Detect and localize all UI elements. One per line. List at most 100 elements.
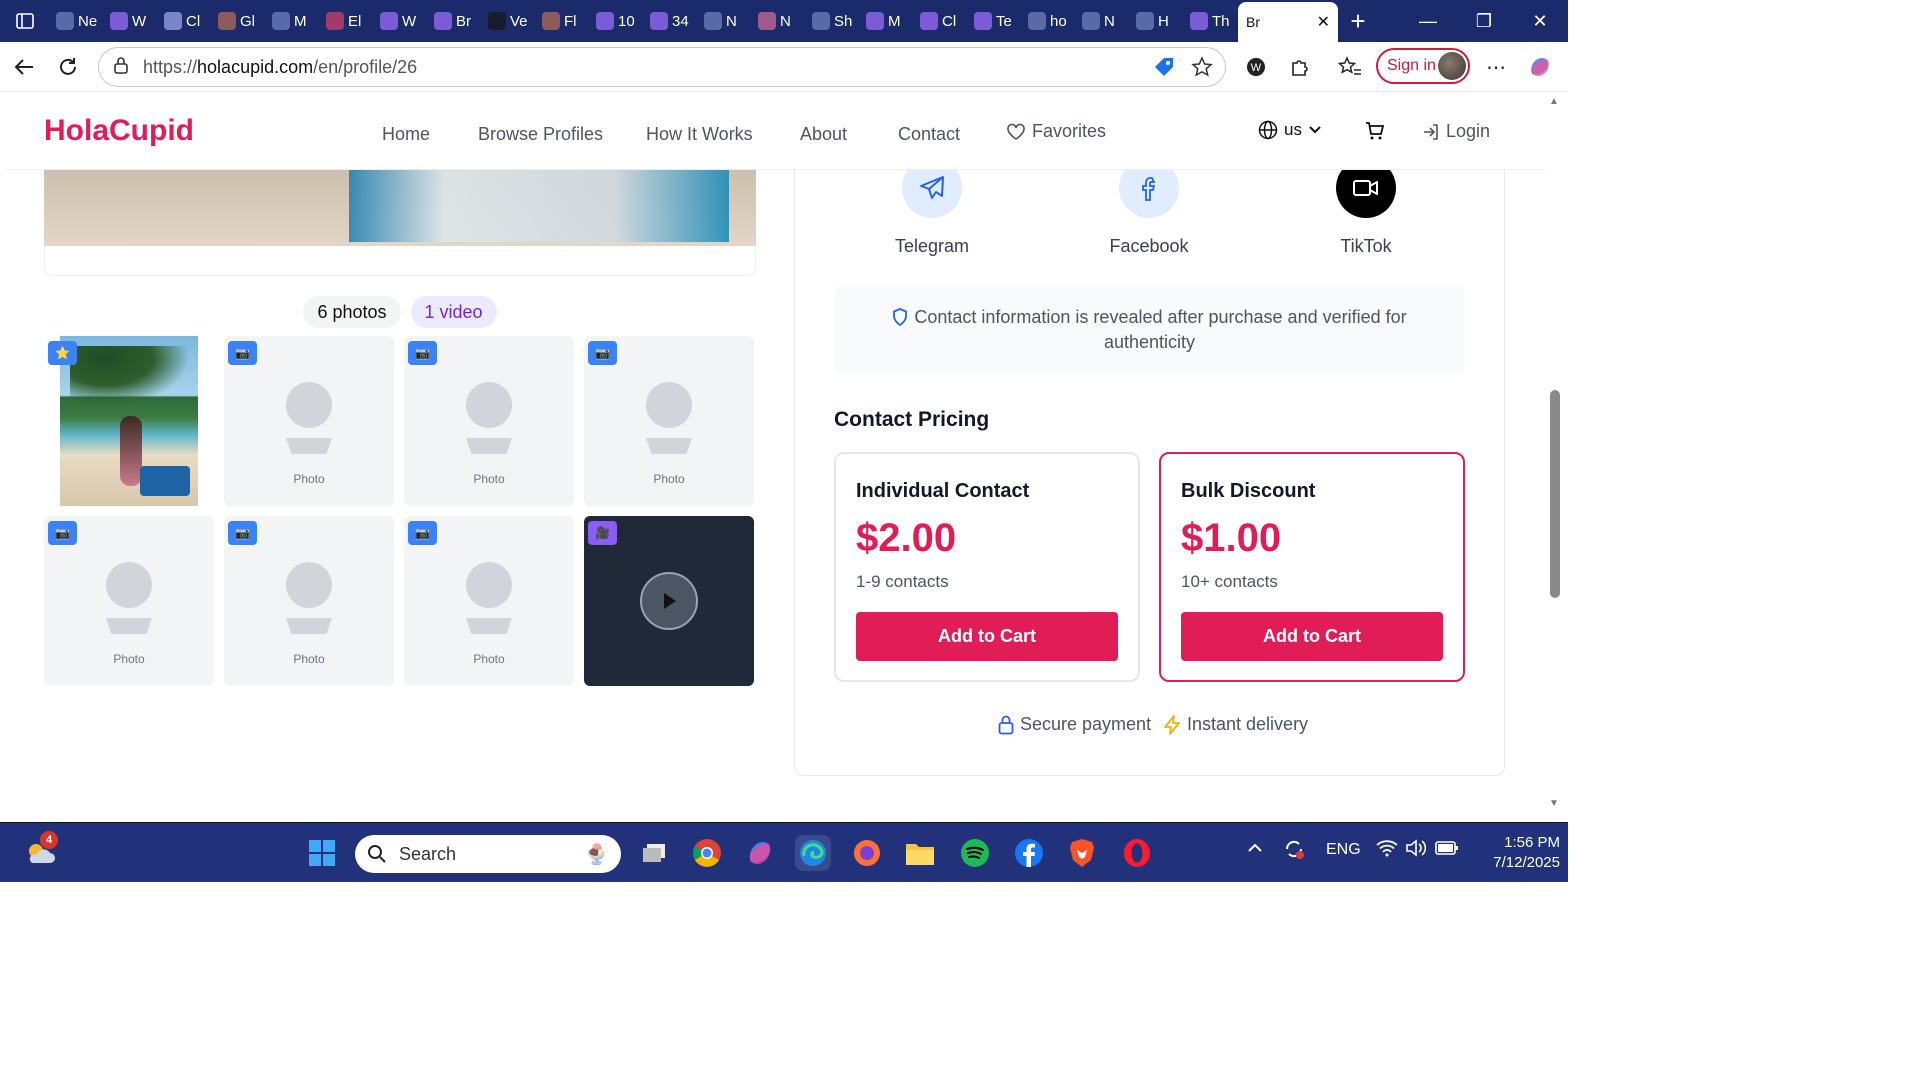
minimize-icon[interactable]: — xyxy=(1400,0,1456,42)
tab-favicon-icon xyxy=(488,12,506,30)
gallery-photo-4[interactable]: 📷 Photo xyxy=(584,336,754,506)
browser-tab[interactable]: ho xyxy=(1022,0,1076,42)
url-field[interactable]: https://holacupid.com/en/profile/26 xyxy=(98,47,1226,87)
profile-main-photo[interactable] xyxy=(44,170,756,246)
browser-tab[interactable]: W xyxy=(104,0,158,42)
browser-tab[interactable]: M xyxy=(266,0,320,42)
browser-tab[interactable]: Cl xyxy=(914,0,968,42)
gallery-photo-2[interactable]: 📷 Photo xyxy=(224,336,394,506)
browser-tab[interactable]: N xyxy=(698,0,752,42)
active-tab[interactable]: Br ✕ xyxy=(1238,2,1338,42)
pricing-title: Contact Pricing xyxy=(834,408,990,431)
gallery-photo-6[interactable]: 📷 Photo xyxy=(224,516,394,686)
browser-tab[interactable]: H xyxy=(1130,0,1184,42)
browser-tab[interactable]: Te xyxy=(968,0,1022,42)
tab-title: M xyxy=(888,12,901,30)
new-tab-button[interactable]: + xyxy=(1338,0,1378,42)
gallery-photo-5[interactable]: 📷 Photo xyxy=(44,516,214,686)
firefox-icon[interactable] xyxy=(849,835,885,871)
show-hidden-icons[interactable] xyxy=(1246,839,1264,862)
battery-icon[interactable] xyxy=(1435,840,1459,861)
extension-w-icon[interactable]: W xyxy=(1236,42,1276,92)
nav-favorites[interactable]: Favorites xyxy=(1006,121,1106,142)
gallery-photo-7[interactable]: 📷 Photo xyxy=(404,516,574,686)
language-selector[interactable]: us xyxy=(1258,120,1322,140)
tab-favicon-icon xyxy=(920,12,938,30)
nav-browse-profiles[interactable]: Browse Profiles xyxy=(478,124,603,145)
wifi-icon[interactable] xyxy=(1376,839,1398,862)
site-logo[interactable]: HolaCupid xyxy=(44,114,194,148)
sign-in-button[interactable]: Sign in xyxy=(1376,48,1470,84)
edge-icon[interactable] xyxy=(795,835,831,871)
spotify-icon[interactable] xyxy=(957,835,993,871)
browser-tab[interactable]: Ne xyxy=(50,0,104,42)
browser-tab[interactable]: M xyxy=(860,0,914,42)
telegram-option[interactable]: Telegram xyxy=(872,158,992,257)
restore-icon[interactable]: ❐ xyxy=(1456,0,1512,42)
favorites-bar-icon[interactable] xyxy=(1330,42,1370,92)
scroll-down-arrow[interactable]: ▼ xyxy=(1549,798,1559,809)
browser-tab[interactable]: Sh xyxy=(806,0,860,42)
volume-icon[interactable] xyxy=(1405,839,1427,862)
sync-icon[interactable] xyxy=(1282,837,1306,866)
browser-tab[interactable]: 34 xyxy=(644,0,698,42)
browser-tab[interactable]: Fl xyxy=(536,0,590,42)
page-scrollbar[interactable]: ▲ ▼ xyxy=(1546,92,1568,818)
tab-favicon-icon xyxy=(758,12,776,30)
system-clock[interactable]: 1:56 PM 7/12/2025 xyxy=(1470,833,1560,873)
photos-count-pill[interactable]: 6 photos xyxy=(303,296,401,328)
tab-favicon-icon xyxy=(272,12,290,30)
browser-tab[interactable]: Cl xyxy=(158,0,212,42)
tab-title: Br xyxy=(456,12,471,30)
tab-actions-icon[interactable] xyxy=(0,0,50,42)
close-tab-icon[interactable]: ✕ xyxy=(1317,12,1330,32)
browser-tab[interactable]: Th xyxy=(1184,0,1238,42)
nav-how-it-works[interactable]: How It Works xyxy=(646,124,753,145)
back-icon[interactable] xyxy=(2,45,46,89)
browser-tab[interactable]: N xyxy=(1076,0,1130,42)
start-windows-icon[interactable] xyxy=(304,835,340,871)
copilot-icon[interactable] xyxy=(1520,42,1560,92)
browser-tab[interactable]: Br xyxy=(428,0,482,42)
play-icon[interactable] xyxy=(640,572,698,630)
lock-icon[interactable] xyxy=(113,56,129,79)
coupon-tag-icon[interactable] xyxy=(1153,56,1175,83)
tiktok-option[interactable]: TikTok xyxy=(1306,158,1426,257)
brave-icon[interactable] xyxy=(1064,835,1100,871)
refresh-icon[interactable] xyxy=(46,45,90,89)
nav-home[interactable]: Home xyxy=(382,124,430,145)
facebook-option[interactable]: Facebook xyxy=(1089,158,1209,257)
facebook-app-icon[interactable] xyxy=(1011,835,1047,871)
nav-contact[interactable]: Contact xyxy=(898,124,960,145)
browser-tab[interactable]: 10 xyxy=(590,0,644,42)
nav-about[interactable]: About xyxy=(800,124,847,145)
favorite-star-icon[interactable] xyxy=(1191,56,1213,83)
browser-tab[interactable]: Gl xyxy=(212,0,266,42)
gallery-video-1[interactable]: 🎥 xyxy=(584,516,754,686)
add-to-cart-bulk-button[interactable]: Add to Cart xyxy=(1181,612,1443,661)
extensions-puzzle-icon[interactable] xyxy=(1280,42,1320,92)
browser-tab[interactable]: W xyxy=(374,0,428,42)
input-language[interactable]: ENG xyxy=(1326,841,1361,859)
opera-icon[interactable] xyxy=(1119,835,1155,871)
gallery-photo-1[interactable]: ⭐ xyxy=(44,336,214,506)
browser-tab[interactable]: Ve xyxy=(482,0,536,42)
browser-tab[interactable]: N xyxy=(752,0,806,42)
login-link[interactable]: Login xyxy=(1422,121,1490,142)
taskbar-search[interactable]: Search 🍨 xyxy=(355,835,621,873)
scroll-thumb[interactable] xyxy=(1550,390,1560,598)
scroll-up-arrow[interactable]: ▲ xyxy=(1549,96,1559,107)
weather-widget-icon[interactable]: 4 xyxy=(22,831,58,871)
add-to-cart-individual-button[interactable]: Add to Cart xyxy=(856,612,1118,661)
svg-text:W: W xyxy=(1251,62,1262,74)
more-menu-icon[interactable]: ⋯ xyxy=(1476,42,1516,92)
chrome-icon[interactable] xyxy=(689,835,725,871)
copilot-app-icon[interactable] xyxy=(742,835,778,871)
task-view-icon[interactable] xyxy=(636,835,672,871)
cart-icon[interactable] xyxy=(1364,120,1386,147)
videos-count-pill[interactable]: 1 video xyxy=(410,296,497,328)
browser-tab[interactable]: El xyxy=(320,0,374,42)
window-close-icon[interactable]: ✕ xyxy=(1512,0,1568,42)
file-explorer-icon[interactable] xyxy=(902,835,938,871)
gallery-photo-3[interactable]: 📷 Photo xyxy=(404,336,574,506)
